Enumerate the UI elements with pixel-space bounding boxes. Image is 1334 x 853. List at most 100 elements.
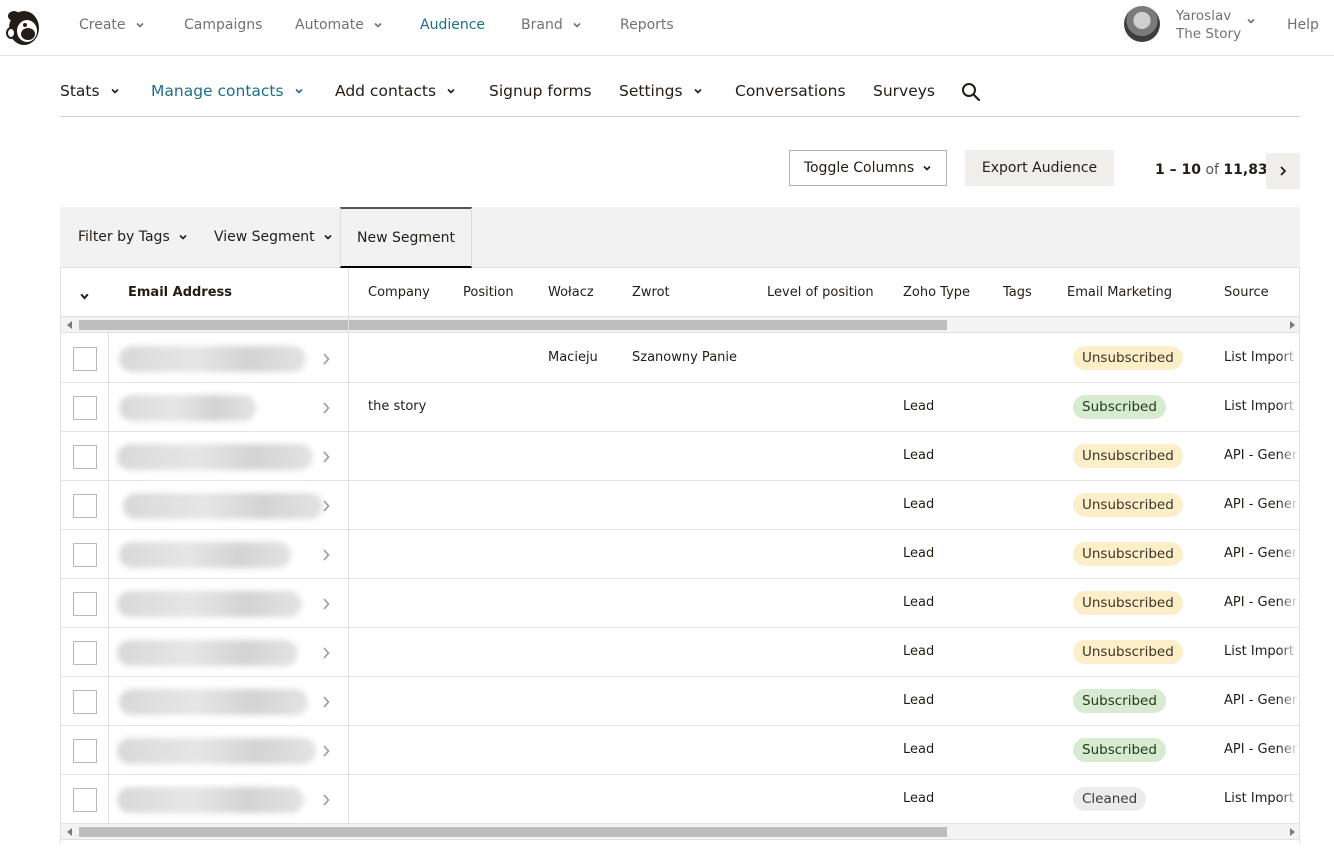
table-row[interactable]: the story Lead List Import fr Subscribed: [61, 383, 1299, 432]
nav-reports[interactable]: Reports: [620, 17, 674, 33]
chevron-right-icon[interactable]: [321, 646, 331, 660]
redacted-email[interactable]: [117, 738, 316, 764]
chevron-right-icon[interactable]: [321, 597, 331, 611]
nav-brand[interactable]: Brand: [521, 17, 582, 33]
redacted-email[interactable]: [117, 640, 298, 666]
chevron-right-icon[interactable]: [321, 352, 331, 366]
audience-subnav: Stats Manage contacts Add contacts Signup f…: [60, 70, 1300, 117]
export-audience-button[interactable]: Export Audience: [965, 150, 1114, 186]
subnav-manage-contacts[interactable]: Manage contacts: [151, 82, 304, 100]
chevron-right-icon[interactable]: [321, 499, 331, 513]
table-row[interactable]: Lead API - Generic Unsubscribed: [61, 530, 1299, 579]
subnav-conversations[interactable]: Conversations: [735, 82, 846, 100]
scrollbar-thumb[interactable]: [79, 320, 947, 330]
nav-audience[interactable]: Audience: [420, 17, 485, 33]
chevron-down-icon: [135, 22, 144, 28]
nav-automate[interactable]: Automate: [295, 17, 383, 33]
chevron-right-icon[interactable]: [321, 695, 331, 709]
cell-zoho: Lead: [903, 497, 935, 512]
new-segment-button[interactable]: New Segment: [340, 207, 472, 268]
status-badge: Cleaned: [1073, 787, 1147, 811]
chevron-down-icon[interactable]: [1246, 16, 1256, 26]
column-header-level-of-position[interactable]: Level of position: [767, 285, 874, 300]
column-header-zoho-type[interactable]: Zoho Type: [903, 285, 970, 300]
horizontal-scrollbar-top[interactable]: [61, 317, 1299, 333]
row-checkbox[interactable]: [73, 445, 97, 469]
scroll-left-arrow[interactable]: [67, 321, 72, 329]
redacted-email[interactable]: [117, 591, 302, 617]
status-badge: Unsubscribed: [1073, 640, 1183, 664]
row-checkbox[interactable]: [73, 641, 97, 665]
row-checkbox[interactable]: [73, 788, 97, 812]
nav-label: Brand: [521, 17, 563, 33]
cell-company: the story: [368, 399, 427, 414]
chevron-right-icon[interactable]: [321, 401, 331, 415]
redacted-email[interactable]: [117, 444, 313, 470]
row-overflow-fade: [1279, 579, 1299, 627]
table-row[interactable]: Lead API - Generic Subscribed: [61, 726, 1299, 775]
scroll-left-arrow[interactable]: [67, 828, 72, 836]
subnav-signup-forms[interactable]: Signup forms: [489, 82, 592, 100]
column-header-wo-acz[interactable]: Wołacz: [548, 285, 594, 300]
column-header-zwrot[interactable]: Zwrot: [632, 285, 670, 300]
table-row[interactable]: Lead API - Generic Unsubscribed: [61, 579, 1299, 628]
column-header-position[interactable]: Position: [463, 285, 514, 300]
row-overflow-fade: [1279, 677, 1299, 725]
row-overflow-fade: [1279, 432, 1299, 480]
account-menu[interactable]: Yaroslav The Story: [1176, 7, 1241, 43]
row-checkbox[interactable]: [73, 690, 97, 714]
chevron-right-icon[interactable]: [321, 450, 331, 464]
chevron-right-icon[interactable]: [321, 793, 331, 807]
row-checkbox[interactable]: [73, 739, 97, 763]
help-link[interactable]: Help: [1287, 17, 1319, 33]
scroll-right-arrow[interactable]: [1290, 828, 1295, 836]
redacted-email[interactable]: [119, 346, 306, 372]
toggle-columns-button[interactable]: Toggle Columns: [789, 150, 947, 186]
view-segment-dropdown[interactable]: View Segment: [214, 229, 333, 245]
next-page-button[interactable]: [1266, 153, 1300, 189]
row-checkbox[interactable]: [73, 494, 97, 518]
cell-zoho: Lead: [903, 448, 935, 463]
filter-by-tags-dropdown[interactable]: Filter by Tags: [78, 229, 188, 245]
table-header: Email Address Company Position Wołacz Zwrot L…: [61, 268, 1299, 317]
select-all-dropdown[interactable]: [79, 287, 90, 306]
table-row[interactable]: Lead API - Generic Unsubscribed: [61, 432, 1299, 481]
user-avatar[interactable]: [1124, 6, 1160, 42]
table-row[interactable]: Lead List Import fr Unsubscribed: [61, 628, 1299, 677]
column-header-email-marketing[interactable]: Email Marketing: [1067, 285, 1172, 300]
redacted-email[interactable]: [117, 787, 304, 813]
cell-zoho: Lead: [903, 399, 935, 414]
redacted-email[interactable]: [119, 395, 256, 421]
search-icon[interactable]: [961, 82, 981, 102]
table-row[interactable]: Lead API - Generic Unsubscribed: [61, 481, 1299, 530]
row-checkbox[interactable]: [73, 347, 97, 371]
status-badge: Subscribed: [1073, 395, 1166, 419]
chevron-right-icon[interactable]: [321, 744, 331, 758]
table-row[interactable]: Lead List Import fr Cleaned: [61, 775, 1299, 824]
column-header-tags[interactable]: Tags: [1003, 285, 1032, 300]
nav-create[interactable]: Create: [79, 17, 145, 33]
column-header-source[interactable]: Source: [1224, 285, 1269, 300]
nav-campaigns[interactable]: Campaigns: [184, 17, 262, 33]
table-row[interactable]: Macieju Szanowny Panie List Import fr Unsub…: [61, 334, 1299, 383]
scrollbar-thumb[interactable]: [79, 827, 947, 837]
view-segment-label: View Segment: [214, 229, 315, 245]
row-checkbox[interactable]: [73, 543, 97, 567]
redacted-email[interactable]: [119, 542, 291, 568]
chevron-right-icon[interactable]: [321, 548, 331, 562]
scroll-right-arrow[interactable]: [1290, 321, 1295, 329]
row-checkbox[interactable]: [73, 592, 97, 616]
column-header-company[interactable]: Company: [368, 285, 430, 300]
chevron-down-icon: [447, 88, 455, 94]
row-checkbox[interactable]: [73, 396, 97, 420]
column-header-email-address[interactable]: Email Address: [128, 285, 232, 300]
subnav-add-contacts[interactable]: Add contacts: [335, 82, 456, 100]
redacted-email[interactable]: [123, 493, 323, 519]
subnav-stats[interactable]: Stats: [60, 82, 120, 100]
horizontal-scrollbar-bottom[interactable]: [61, 824, 1299, 840]
table-row[interactable]: Lead API - Generic Subscribed: [61, 677, 1299, 726]
redacted-email[interactable]: [119, 689, 308, 715]
mailchimp-logo[interactable]: [4, 6, 44, 48]
subnav-settings[interactable]: Settings: [619, 82, 703, 100]
subnav-surveys[interactable]: Surveys: [873, 82, 935, 100]
